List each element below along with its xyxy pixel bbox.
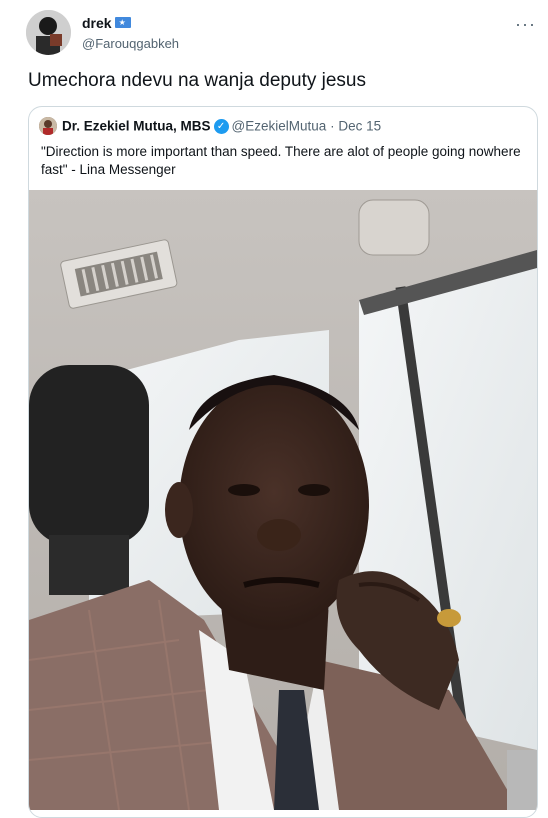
- quoted-author-handle: @EzekielMutua: [231, 118, 327, 134]
- author-display-name[interactable]: drek: [82, 15, 112, 31]
- author-block: drek @Farouqgabkeh: [82, 14, 179, 51]
- quoted-tweet-header: Dr. Ezekiel Mutua, MBS ✓ @EzekielMutua · D…: [39, 117, 381, 135]
- tweet: drek @Farouqgabkeh ··· Umechora ndevu na…: [0, 0, 548, 818]
- quoted-author-avatar: [39, 117, 57, 135]
- author-avatar[interactable]: [26, 10, 71, 55]
- tweet-text: Umechora ndevu na wanja deputy jesus: [28, 70, 366, 91]
- quoted-tweet-photo[interactable]: [29, 190, 537, 810]
- somalia-flag-icon: [114, 17, 131, 29]
- quoted-tweet[interactable]: Dr. Ezekiel Mutua, MBS ✓ @EzekielMutua · D…: [28, 106, 538, 818]
- quoted-tweet-text: "Direction is more important than speed.…: [41, 144, 521, 177]
- author-handle[interactable]: @Farouqgabkeh: [82, 36, 179, 51]
- quoted-tweet-date: Dec 15: [338, 118, 382, 134]
- meta-separator: ·: [330, 118, 335, 134]
- quoted-author-name: Dr. Ezekiel Mutua, MBS: [62, 118, 211, 134]
- verified-badge-icon: ✓: [213, 118, 229, 134]
- more-options-icon[interactable]: ···: [515, 14, 536, 35]
